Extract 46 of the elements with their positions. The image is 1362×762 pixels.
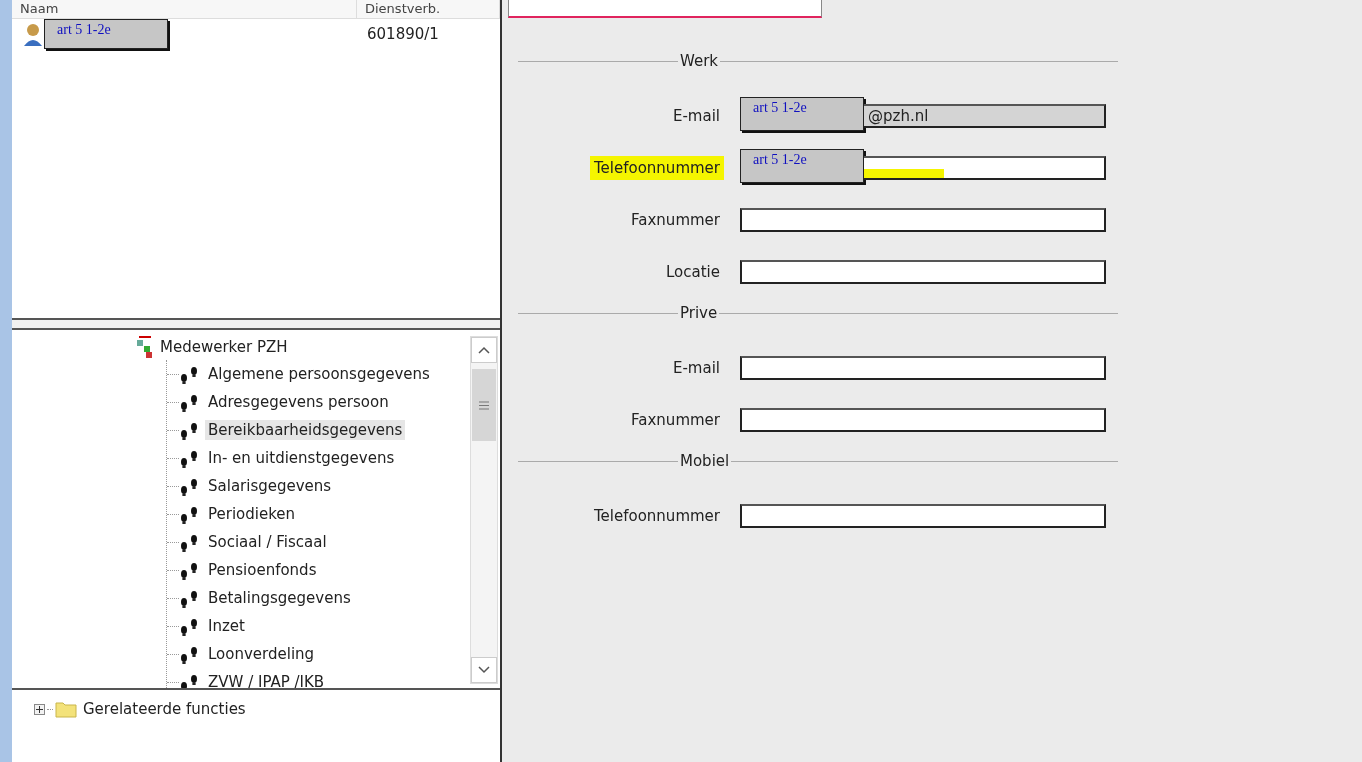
- splitter-bar[interactable]: [12, 320, 500, 330]
- tree-item[interactable]: Gerelateerde functies: [83, 700, 246, 718]
- tree-root-label[interactable]: Medewerker PZH: [160, 338, 288, 356]
- input-field[interactable]: [864, 156, 1106, 180]
- tree-item[interactable]: Inzet: [205, 616, 248, 636]
- redaction-label: art 5 1-2e: [44, 19, 168, 49]
- field-label: Locatie: [665, 262, 721, 283]
- column-header[interactable]: Naam: [12, 0, 357, 18]
- redaction-label: art 5 1-2e: [740, 149, 864, 183]
- redaction-label: art 5 1-2e: [740, 97, 864, 131]
- chevron-down-icon: [478, 666, 490, 674]
- input-field[interactable]: [740, 260, 1106, 284]
- folder-icon: [55, 700, 77, 718]
- tree-item[interactable]: Sociaal / Fiscaal: [205, 532, 330, 552]
- chevron-up-icon: [478, 346, 490, 354]
- field-label: Telefoonnummer: [593, 506, 721, 527]
- table-cell-text: 601890/1: [366, 25, 440, 43]
- employee-row[interactable]: art 5 1-2e 601890/1: [12, 19, 500, 49]
- tree-item[interactable]: ZVW / IPAP /IKB: [205, 672, 328, 688]
- section-title: Prive: [679, 304, 719, 322]
- tree-item[interactable]: Bereikbaarheidsgegevens: [205, 420, 406, 440]
- field-label: Faxnummer: [630, 410, 721, 431]
- tree-item[interactable]: Algemene persoonsgegevens: [205, 364, 433, 384]
- tree-item[interactable]: Loonverdeling: [205, 644, 318, 664]
- field-label: E-mail: [671, 106, 721, 127]
- field-label: E-mail: [671, 358, 721, 379]
- tree-item[interactable]: Pensioenfonds: [205, 560, 320, 580]
- tree-item[interactable]: Salarisgegevens: [205, 476, 335, 496]
- tree-item[interactable]: Periodieken: [205, 504, 299, 524]
- tab[interactable]: [508, 0, 822, 18]
- tree-item[interactable]: In- en uitdienstgegevens: [205, 448, 398, 468]
- input-field[interactable]: [740, 208, 1106, 232]
- column-header[interactable]: Dienstverb.: [357, 0, 500, 18]
- input-field[interactable]: [740, 504, 1106, 528]
- field-label: Telefoonnummer: [590, 156, 724, 180]
- input-field[interactable]: [740, 356, 1106, 380]
- section-title: Werk: [679, 52, 720, 70]
- input-field[interactable]: [740, 408, 1106, 432]
- scrollbar[interactable]: [470, 336, 498, 684]
- grip-icon: [479, 400, 489, 410]
- field-label: Faxnummer: [630, 210, 721, 231]
- tree-item[interactable]: Betalingsgegevens: [205, 588, 354, 608]
- expand-button[interactable]: [34, 703, 45, 715]
- person-icon: [22, 22, 44, 46]
- section-title: Mobiel: [679, 452, 731, 470]
- tree-item[interactable]: Adresgegevens persoon: [205, 392, 392, 412]
